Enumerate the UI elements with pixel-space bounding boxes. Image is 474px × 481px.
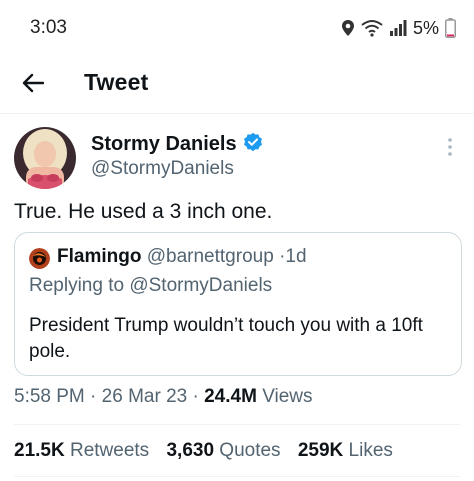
quoted-header: Flamingo @barnettgroup ·1d <box>57 246 307 268</box>
quotes-count: 3,630 <box>166 440 215 461</box>
separator-dot: · <box>192 386 199 407</box>
views-count: 24.4M <box>204 386 257 407</box>
author-name: Stormy Daniels <box>91 133 237 155</box>
avatar[interactable] <box>14 127 76 189</box>
signal-icon <box>389 19 407 37</box>
separator-dot: · <box>90 386 97 407</box>
divider <box>14 424 460 425</box>
tweet-meta: 5:58 PM · 26 Mar 23 · 24.4M Views <box>14 386 313 408</box>
tweet-date: 26 Mar 23 <box>101 386 188 407</box>
quotes-label: Quotes <box>219 440 281 461</box>
views-label: Views <box>262 386 313 407</box>
battery-percent: 5% <box>412 17 439 38</box>
author-name-row[interactable]: Stormy Daniels <box>91 132 263 157</box>
quoted-tweet-text: President Trump wouldn’t touch you with … <box>29 315 423 362</box>
likes-stat[interactable]: 259K Likes <box>298 440 393 461</box>
quoted-tweet-age: 1d <box>285 246 307 267</box>
quotes-stat[interactable]: 3,630 Quotes <box>166 440 280 461</box>
retweets-count: 21.5K <box>14 440 65 461</box>
divider <box>14 476 460 477</box>
battery-icon <box>445 18 456 38</box>
header-divider <box>0 113 474 114</box>
quoted-avatar <box>29 248 50 269</box>
quoted-author-name: Flamingo <box>57 246 142 267</box>
likes-count: 259K <box>297 440 344 461</box>
arrow-left-icon <box>22 73 44 93</box>
back-button[interactable] <box>18 68 48 98</box>
engagement-stats: 21.5K Retweets 3,630 Quotes 259K Likes <box>14 440 405 462</box>
status-icons: 5% <box>341 16 456 40</box>
more-vertical-icon <box>448 138 452 156</box>
replying-to-text: Replying to @StormyDaniels <box>29 275 273 296</box>
page-title: Tweet <box>84 69 149 95</box>
status-bar: 3:03 5% <box>0 0 474 58</box>
location-icon <box>341 19 355 37</box>
quoted-author-handle: @barnettgroup <box>146 246 274 267</box>
retweets-stat[interactable]: 21.5K Retweets <box>14 440 149 461</box>
author-handle[interactable]: @StormyDaniels <box>91 158 234 180</box>
likes-label: Likes <box>348 440 393 461</box>
tweet-text: True. He used a 3 inch one. <box>14 200 273 223</box>
tweet-time: 5:58 PM <box>14 386 85 407</box>
more-options-button[interactable] <box>440 137 460 157</box>
wifi-icon <box>361 19 383 37</box>
status-time: 3:03 <box>30 17 67 38</box>
quoted-tweet-card[interactable]: Flamingo @barnettgroup ·1d Replying to @… <box>14 232 462 376</box>
retweets-label: Retweets <box>69 440 150 461</box>
verified-badge-icon <box>243 132 263 157</box>
top-app-bar: Tweet <box>0 58 474 110</box>
